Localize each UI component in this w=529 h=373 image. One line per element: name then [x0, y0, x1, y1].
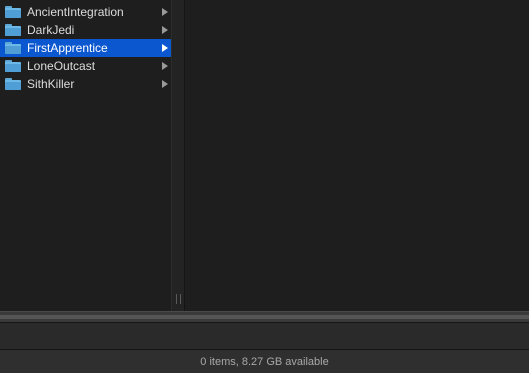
- folder-icon: [5, 6, 21, 18]
- folder-icon: [5, 78, 21, 90]
- folder-icon: [5, 24, 21, 36]
- horizontal-scrollbar[interactable]: [0, 311, 529, 323]
- folder-name: DarkJedi: [27, 23, 75, 37]
- disclosure-arrow-icon: [162, 8, 168, 16]
- folder-name: FirstApprentice: [27, 41, 108, 55]
- disclosure-arrow-icon: [162, 26, 168, 34]
- column-browser-second-column[interactable]: [185, 0, 529, 311]
- finder-window: AncientIntegration DarkJedi FirstApprent…: [0, 0, 529, 373]
- status-text: 0 items, 8.27 GB available: [200, 355, 329, 368]
- scrollbar-track[interactable]: [0, 315, 529, 319]
- column-resize-handle-icon[interactable]: [176, 294, 181, 304]
- column-divider[interactable]: [171, 0, 185, 311]
- folder-name: AncientIntegration: [27, 5, 124, 19]
- status-bar: 0 items, 8.27 GB available: [0, 350, 529, 373]
- folder-name: LoneOutcast: [27, 59, 96, 73]
- disclosure-arrow-icon: [162, 80, 168, 88]
- folder-row-darkjedi[interactable]: DarkJedi: [0, 21, 171, 39]
- folder-row-ancientintegration[interactable]: AncientIntegration: [0, 3, 171, 21]
- folder-icon: [5, 60, 21, 72]
- folder-name: SithKiller: [27, 77, 75, 91]
- folder-row-sithkiller[interactable]: SithKiller: [0, 75, 171, 93]
- folder-row-firstapprentice[interactable]: FirstApprentice: [0, 39, 171, 57]
- folder-icon: [5, 42, 21, 54]
- disclosure-arrow-icon: [162, 62, 168, 70]
- column-browser-first-column: AncientIntegration DarkJedi FirstApprent…: [0, 0, 171, 311]
- disclosure-arrow-icon: [162, 44, 168, 52]
- folder-row-loneoutcast[interactable]: LoneOutcast: [0, 57, 171, 75]
- path-bar: [0, 323, 529, 350]
